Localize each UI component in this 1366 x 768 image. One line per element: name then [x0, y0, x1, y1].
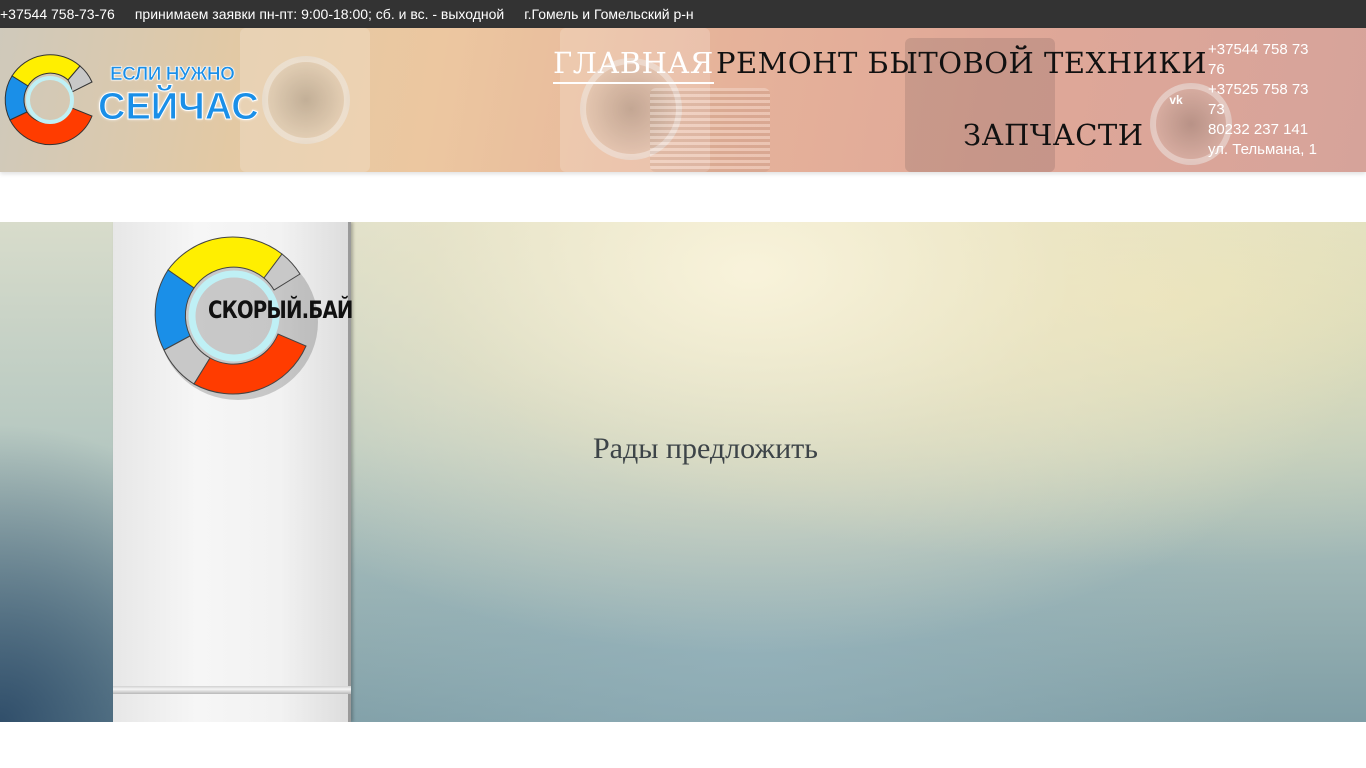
- bg-drum-1: [262, 56, 350, 144]
- brand-name-text: СКОРЫЙ.БАЙ: [208, 296, 353, 324]
- topbar-hours: принимаем заявки пн-пт: 9:00-18:00; сб. …: [134, 6, 505, 22]
- contact-phone-3[interactable]: 80232 237 141: [1208, 120, 1328, 140]
- fridge-handle: [113, 686, 351, 694]
- topbar-phone[interactable]: +37544 758-73-76: [0, 6, 115, 22]
- contact-phone-2-part2[interactable]: 73: [1208, 100, 1328, 120]
- bg-grill: [650, 88, 770, 172]
- topbar-region: г.Гомель и Гомельский р-н: [524, 6, 694, 22]
- nav-home[interactable]: ГЛАВНАЯ: [553, 46, 714, 84]
- logo-big-text: СЕЙЧАС: [98, 86, 260, 129]
- logo-small-text: ЕСЛИ НУЖНО: [110, 64, 236, 86]
- hero-tagline: Рады предложить: [593, 432, 818, 465]
- contact-address: ул. Тельмана, 1: [1208, 141, 1317, 158]
- site-logo[interactable]: ЕСЛИ НУЖНО СЕЙЧАС: [0, 28, 259, 172]
- vk-icon[interactable]: vk: [1166, 90, 1186, 110]
- contact-phone-1-part2[interactable]: 76: [1208, 60, 1328, 80]
- header-contacts: +37544 758 73 76 +37525 758 73 73 80232 …: [1208, 40, 1328, 160]
- top-info-bar: +37544 758-73-76 принимаем заявки пн-пт:…: [0, 0, 1366, 28]
- site-header: ЕСЛИ НУЖНО СЕЙЧАС ГЛАВНАЯ РЕМОНТ БЫТОВОЙ…: [0, 28, 1366, 172]
- contact-phone-1-part1[interactable]: +37544 758 73: [1208, 40, 1328, 60]
- nav-appliance-repair[interactable]: РЕМОНТ БЫТОВОЙ ТЕХНИКИ: [716, 46, 1207, 80]
- nav-parts[interactable]: ЗАПЧАСТИ: [963, 118, 1144, 152]
- contact-phone-2-part1[interactable]: +37525 758 73: [1208, 80, 1328, 100]
